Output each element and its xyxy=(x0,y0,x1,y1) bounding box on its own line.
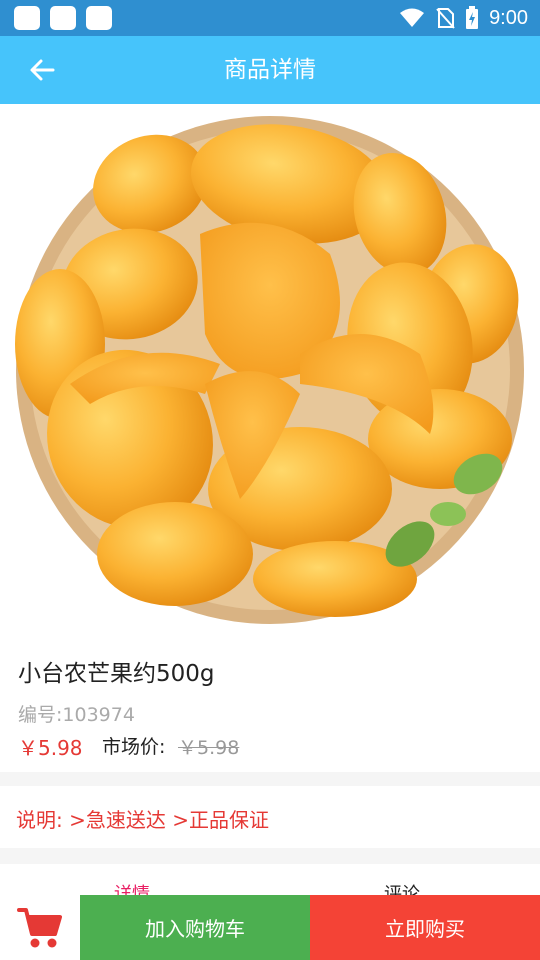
service-notice: 说明: >急速送达 >正品保证 xyxy=(0,786,540,848)
notification-icon xyxy=(50,6,76,30)
app-bar: 商品详情 xyxy=(0,36,540,104)
clock: 9:00 xyxy=(489,6,528,29)
status-bar: 9:00 xyxy=(0,0,540,36)
page-title: 商品详情 xyxy=(224,57,316,83)
market-price: ￥5.98 xyxy=(178,737,240,759)
product-price: ￥5.98 xyxy=(18,736,83,760)
product-image xyxy=(0,104,540,634)
arrow-left-icon xyxy=(30,59,55,81)
notification-icons xyxy=(14,6,112,30)
buy-now-button[interactable]: 立即购买 xyxy=(310,895,540,960)
add-to-cart-button[interactable]: 加入购物车 xyxy=(80,895,310,960)
wifi-icon xyxy=(400,8,425,27)
battery-charging-icon xyxy=(466,6,479,29)
notice-text: 说明: >急速送达 >正品保证 xyxy=(16,808,269,832)
product-code: 编号:103974 xyxy=(18,704,135,726)
notification-icon xyxy=(14,6,40,30)
shopping-cart-icon xyxy=(17,907,62,947)
no-sim-icon xyxy=(436,8,455,29)
cart-button[interactable] xyxy=(0,895,80,960)
product-name: 小台农芒果约500g xyxy=(18,661,215,687)
product-info: 小台农芒果约500g 编号:103974 ￥5.98 市场价: ￥5.98 xyxy=(0,634,540,772)
back-button[interactable] xyxy=(20,50,64,90)
notification-icon xyxy=(86,6,112,30)
market-price-label: 市场价: xyxy=(102,736,166,758)
bottom-action-bar: 加入购物车 立即购买 xyxy=(0,895,540,960)
system-icons: 9:00 xyxy=(399,6,528,30)
